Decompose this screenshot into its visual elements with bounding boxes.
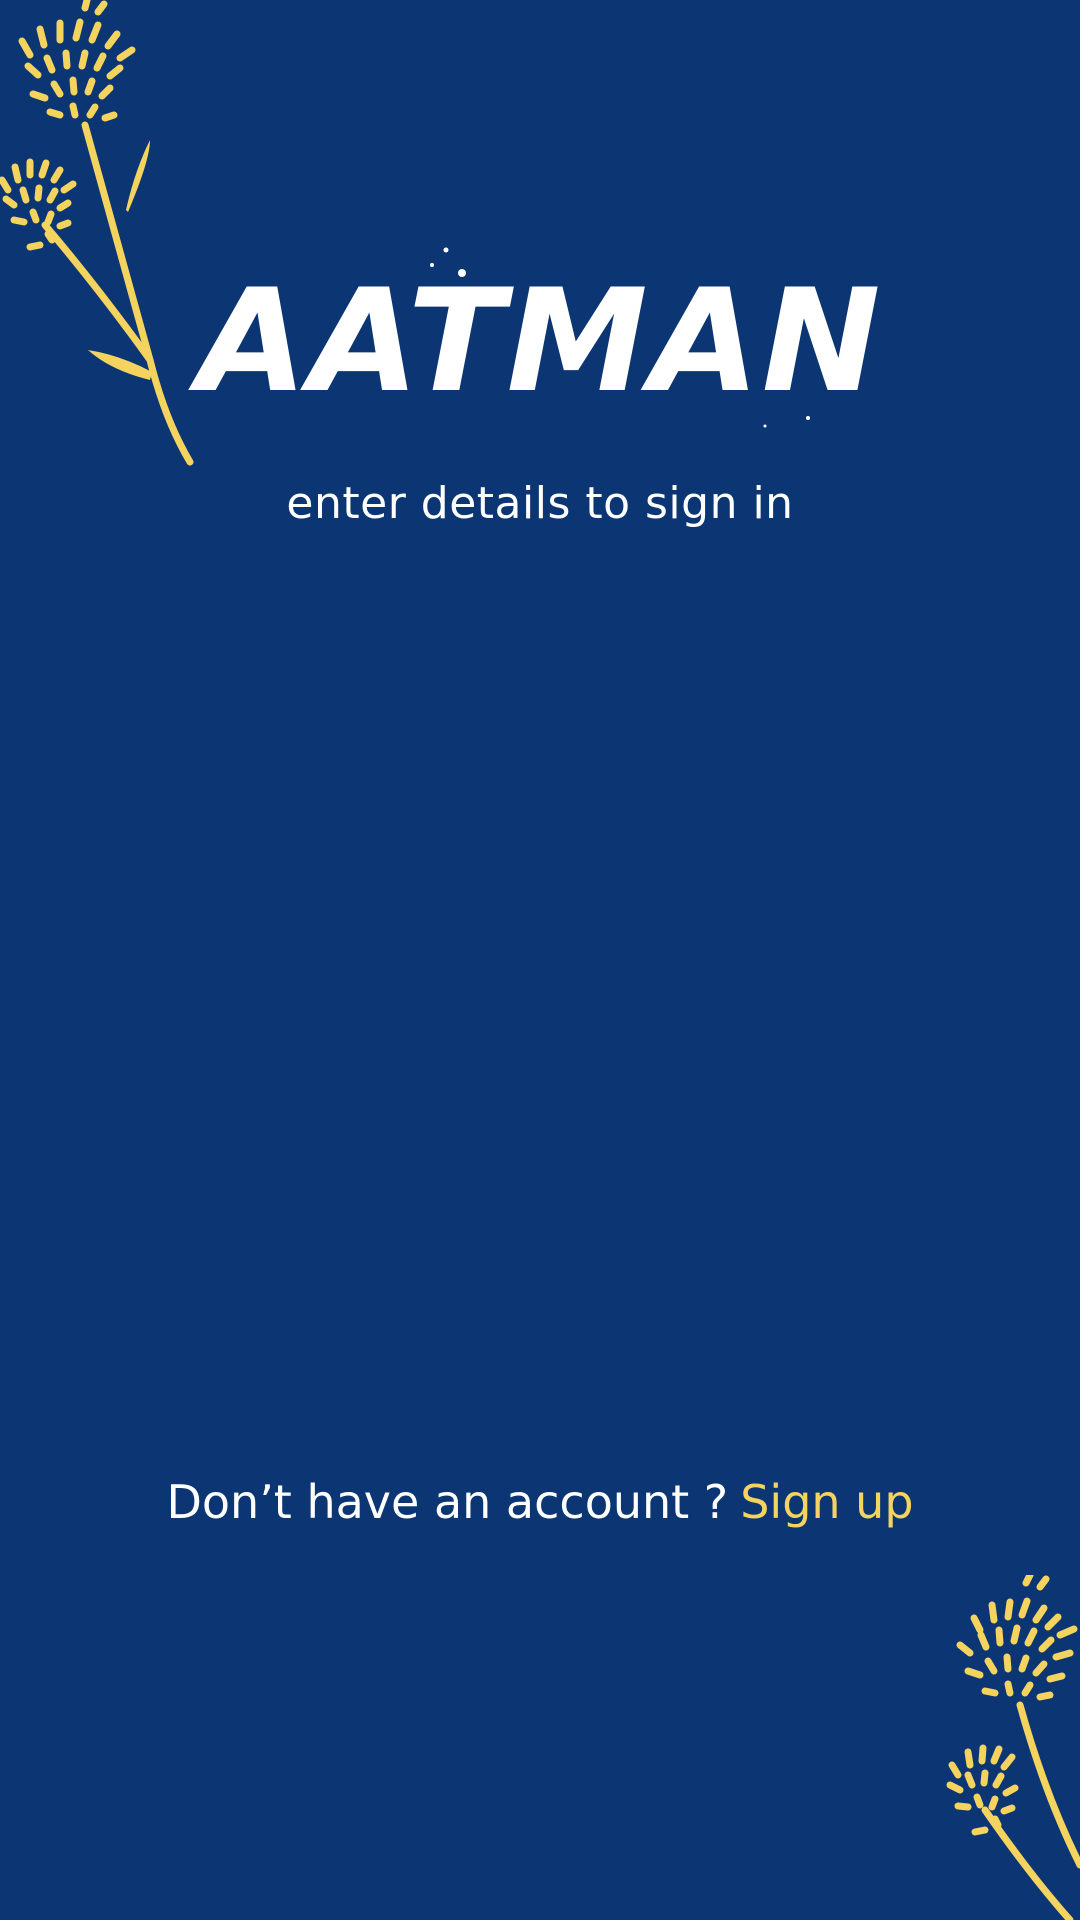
sign-in-subtitle: enter details to sign in [286, 478, 794, 529]
app-logo: AATMAN [187, 247, 882, 428]
signup-prompt: Don’t have an account ? [166, 1475, 729, 1529]
signup-row: Don’t have an account ? Sign up [0, 1475, 1080, 1529]
logo-text: AATMAN [187, 259, 882, 424]
sign-in-screen: AATMAN enter details to sign in Don’t ha… [0, 0, 1080, 1920]
signup-link[interactable]: Sign up [740, 1475, 913, 1529]
flower-branch-icon [946, 1575, 1080, 1920]
